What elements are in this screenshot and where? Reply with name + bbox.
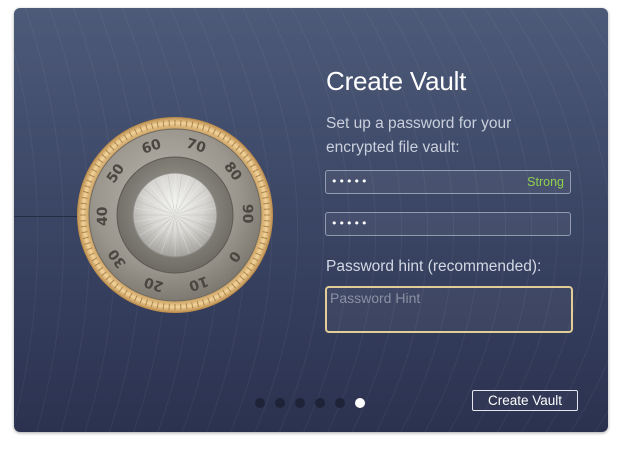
page-dot bbox=[295, 398, 305, 408]
background-curve bbox=[604, 8, 608, 13]
confirm-password-value: ••••• bbox=[331, 217, 369, 230]
background-curve bbox=[14, 50, 39, 428]
divider-line bbox=[14, 216, 80, 217]
dial-number: 40 bbox=[95, 206, 111, 226]
dialog-subtitle: Set up a password for your encrypted fil… bbox=[326, 115, 512, 156]
page-dot bbox=[335, 398, 345, 408]
password-hint-placeholder: Password Hint bbox=[330, 290, 421, 306]
dial-number: 90 bbox=[239, 204, 255, 224]
dialog-title: Create Vault bbox=[326, 66, 467, 96]
password-value: ••••• bbox=[331, 175, 369, 188]
combination-lock-icon: 0 10 20 30 40 50 60 70 80 90 bbox=[76, 116, 274, 314]
create-vault-dialog: 0 10 20 30 40 50 60 70 80 90 Create Vault Set up … bbox=[14, 8, 608, 432]
confirm-password-field[interactable]: ••••• bbox=[325, 212, 571, 236]
password-hint-field[interactable]: Password Hint bbox=[325, 286, 573, 333]
background-curve bbox=[24, 8, 65, 432]
page-dot bbox=[275, 398, 285, 408]
password-field[interactable]: ••••• Strong bbox=[325, 170, 571, 194]
page-dot bbox=[255, 398, 265, 408]
page-dot-active bbox=[355, 398, 365, 408]
page-dot bbox=[315, 398, 325, 408]
password-hint-label: Password hint (recommended): bbox=[326, 258, 542, 275]
password-strength-label: Strong bbox=[527, 175, 564, 189]
create-vault-button[interactable]: Create Vault bbox=[472, 390, 578, 411]
